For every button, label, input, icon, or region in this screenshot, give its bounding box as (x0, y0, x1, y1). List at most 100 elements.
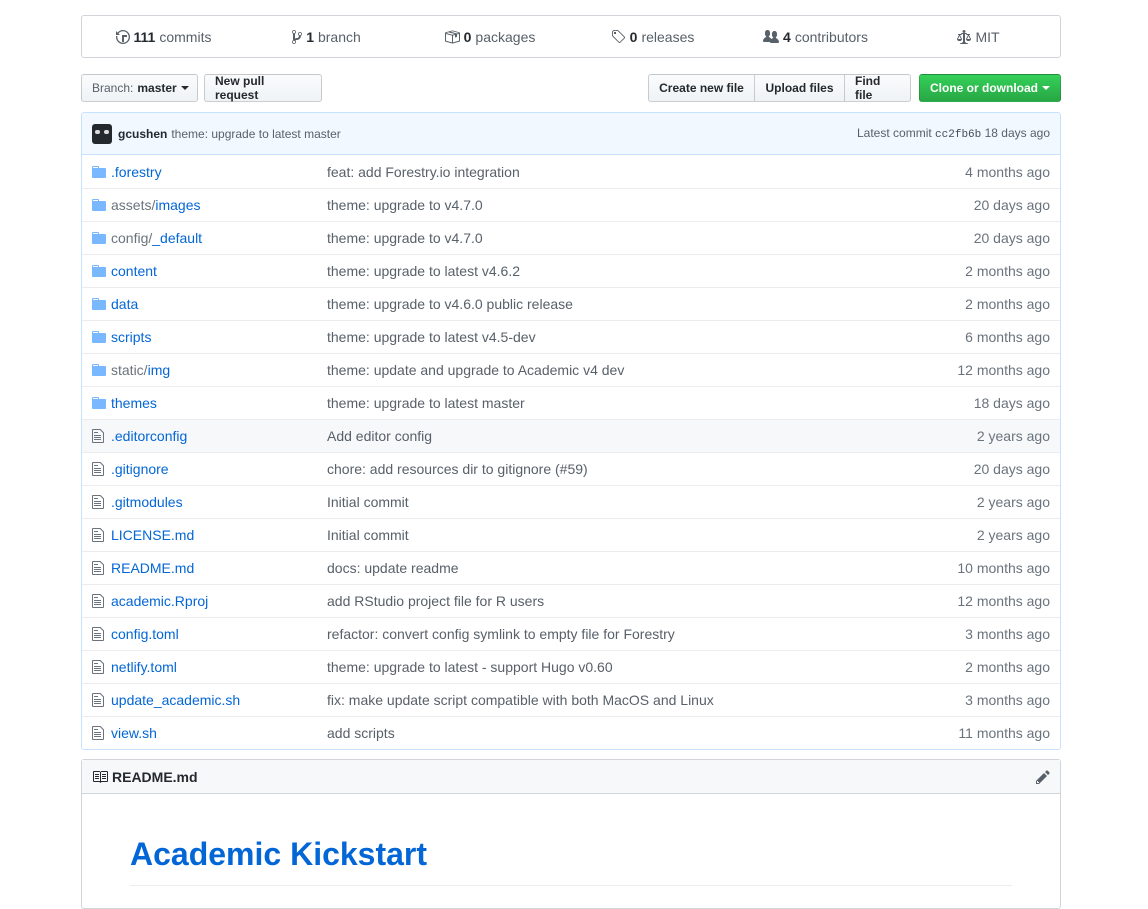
file-icon (82, 428, 111, 444)
file-name-link[interactable]: scripts (111, 329, 151, 345)
avatar[interactable] (92, 123, 112, 144)
commit-message-link[interactable]: theme: upgrade to latest - support Hugo … (327, 659, 847, 675)
file-row[interactable]: README.md docs: update readme 10 months ag… (82, 551, 1060, 584)
file-row[interactable]: netlify.toml theme: upgrade to latest - s… (82, 650, 1060, 683)
file-name-link[interactable]: .gitmodules (111, 494, 183, 510)
commit-message-link[interactable]: theme: upgrade to latest v4.6.2 (327, 263, 847, 279)
file-row[interactable]: config.toml refactor: convert config syml… (82, 617, 1060, 650)
folder-icon (82, 230, 111, 246)
file-row[interactable]: .editorconfig Add editor config 2 years ag… (82, 419, 1060, 452)
commit-author[interactable]: gcushen (118, 127, 167, 141)
file-row[interactable]: scripts theme: upgrade to latest v4.5-dev… (82, 320, 1060, 353)
contributors-link[interactable]: 4 contributors (734, 29, 897, 45)
commit-message-link[interactable]: feat: add Forestry.io integration (327, 164, 847, 180)
file-name-link[interactable]: .editorconfig (111, 428, 187, 444)
releases-link[interactable]: 0 releases (571, 29, 734, 45)
commits-link[interactable]: 111 commits (82, 29, 245, 45)
commit-age: 11 months ago (958, 725, 1050, 741)
commit-message-link[interactable]: theme: upgrade to v4.7.0 (327, 230, 847, 246)
readme-filename: README.md (112, 768, 198, 785)
file-name-link[interactable]: _default (152, 230, 202, 246)
file-row[interactable]: themes theme: upgrade to latest master 18 … (82, 386, 1060, 419)
file-row[interactable]: content theme: upgrade to latest v4.6.2 2 … (82, 254, 1060, 287)
folder-icon (82, 395, 111, 411)
file-name-link[interactable]: LICENSE.md (111, 527, 194, 543)
file-icon (82, 560, 111, 576)
commit-message-link[interactable]: Initial commit (327, 527, 847, 543)
upload-files-button[interactable]: Upload files (754, 74, 845, 102)
file-name-cell: update_academic.sh (111, 692, 327, 708)
folder-icon (82, 296, 111, 312)
file-name-link[interactable]: view.sh (111, 725, 157, 741)
file-name-cell: README.md (111, 560, 327, 576)
file-name-link[interactable]: README.md (111, 560, 194, 576)
commit-message-link[interactable]: chore: add resources dir to gitignore (#… (327, 461, 847, 477)
releases-label: releases (641, 28, 695, 45)
new-pull-request-button[interactable]: New pull request (204, 74, 322, 102)
heading-divider (130, 885, 1012, 886)
file-row[interactable]: .gitmodules Initial commit 2 years ago (82, 485, 1060, 518)
clone-or-download-button[interactable]: Clone or download (919, 74, 1061, 102)
file-row[interactable]: assets/images theme: upgrade to v4.7.0 20 … (82, 188, 1060, 221)
packages-link[interactable]: 0 packages (408, 29, 571, 45)
path-prefix: static/ (111, 362, 148, 378)
commit-age: 2 years ago (976, 428, 1050, 444)
commit-message-link[interactable]: Add editor config (327, 428, 847, 444)
file-name-link[interactable]: .gitignore (111, 461, 169, 477)
file-row[interactable]: .gitignore chore: add resources dir to gi… (82, 452, 1060, 485)
packages-count: 0 (463, 28, 472, 45)
commit-message-link[interactable]: fix: make update script compatible with … (327, 692, 847, 708)
file-name-cell: content (111, 263, 327, 279)
path-prefix: assets/ (111, 197, 156, 213)
commit-message-link[interactable]: docs: update readme (327, 560, 847, 576)
pencil-icon[interactable] (1036, 769, 1050, 785)
file-name-link[interactable]: img (148, 362, 171, 378)
readme-panel: README.md Academic Kickstart (81, 759, 1061, 909)
commits-count: 111 (133, 28, 156, 45)
file-name-link[interactable]: content (111, 263, 157, 279)
commit-message-link[interactable]: theme: upgrade to latest v4.5-dev (327, 329, 847, 345)
commit-message-link[interactable]: theme: update and upgrade to Academic v4… (327, 362, 847, 378)
commit-message-link[interactable]: theme: upgrade to v4.6.0 public release (327, 296, 847, 312)
commit-message-link[interactable]: Initial commit (327, 494, 847, 510)
create-new-file-button[interactable]: Create new file (648, 74, 755, 102)
file-name-cell: themes (111, 395, 327, 411)
commits-label: commits (159, 28, 212, 45)
license-label: MIT (975, 28, 1000, 45)
commit-message-link[interactable]: theme: upgrade to v4.7.0 (327, 197, 847, 213)
license-link[interactable]: MIT (897, 29, 1060, 45)
file-row[interactable]: academic.Rproj add RStudio project file f… (82, 584, 1060, 617)
file-name-cell: academic.Rproj (111, 593, 327, 609)
find-file-button[interactable]: Find file (844, 74, 911, 102)
file-row[interactable]: view.sh add scripts 11 months ago (82, 716, 1060, 749)
file-name-link[interactable]: netlify.toml (111, 659, 177, 675)
file-name-link[interactable]: themes (111, 395, 157, 411)
file-row[interactable]: data theme: upgrade to v4.6.0 public rele… (82, 287, 1060, 320)
commit-message-link[interactable]: theme: upgrade to latest master (327, 395, 847, 411)
commit-age: 3 months ago (965, 626, 1050, 642)
file-row[interactable]: update_academic.sh fix: make update scrip… (82, 683, 1060, 716)
file-name-link[interactable]: images (155, 197, 200, 213)
file-row[interactable]: LICENSE.md Initial commit 2 years ago (82, 518, 1060, 551)
branch-select-button[interactable]: Branch: master (81, 74, 198, 102)
commit-age: 2 years ago (976, 527, 1050, 543)
file-name-link[interactable]: .forestry (111, 164, 162, 180)
file-name-link[interactable]: config.toml (111, 626, 179, 642)
commit-message-link[interactable]: add scripts (327, 725, 847, 741)
commit-message-link[interactable]: refactor: convert config symlink to empt… (327, 626, 847, 642)
file-name-link[interactable]: update_academic.sh (111, 692, 240, 708)
commit-message-link[interactable]: add RStudio project file for R users (327, 593, 847, 609)
commit-message[interactable]: theme: upgrade to latest master (171, 127, 340, 141)
file-row[interactable]: .forestry feat: add Forestry.io integrati… (82, 155, 1060, 188)
file-name-link[interactable]: data (111, 296, 138, 312)
path-prefix: config/ (111, 230, 153, 246)
commit-sha[interactable]: cc2fb6b (935, 129, 981, 141)
commit-age: 4 months ago (965, 163, 1050, 180)
file-row[interactable]: static/img theme: update and upgrade to A… (82, 353, 1060, 386)
folder-icon (82, 197, 111, 213)
file-name-link[interactable]: academic.Rproj (111, 593, 208, 609)
file-row[interactable]: config/_default theme: upgrade to v4.7.0 2… (82, 221, 1060, 254)
file-name-cell: .forestry (111, 164, 327, 180)
caret-down-icon (180, 86, 189, 90)
branches-link[interactable]: 1 branch (245, 29, 408, 45)
